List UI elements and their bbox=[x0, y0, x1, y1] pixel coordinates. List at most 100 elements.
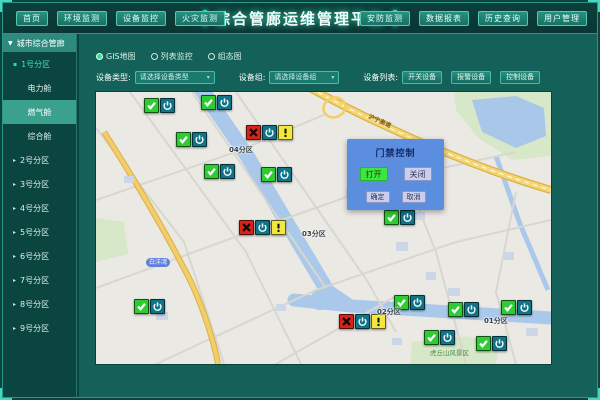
device-marker-ok[interactable] bbox=[134, 299, 165, 314]
check-icon bbox=[424, 330, 439, 345]
sidebar-item-zone4[interactable]: ▸ 4号分区 bbox=[3, 196, 76, 220]
open-button[interactable]: 打开 bbox=[360, 167, 388, 181]
sidebar-item-zone1[interactable]: ▪ 1号分区 bbox=[3, 52, 76, 76]
control-devices-button[interactable]: 控制设备 bbox=[500, 71, 540, 84]
close-button[interactable]: 关闭 bbox=[404, 167, 432, 181]
nav-users-button[interactable]: 用户管理 bbox=[537, 11, 587, 26]
caret-icon: ▸ bbox=[13, 325, 16, 332]
sidebar-item-zone7[interactable]: ▸ 7号分区 bbox=[3, 268, 76, 292]
view-mode-label: 组态图 bbox=[218, 51, 242, 62]
device-marker-ok[interactable] bbox=[261, 167, 292, 182]
power-icon bbox=[492, 336, 507, 351]
device-marker-alarm[interactable] bbox=[246, 125, 293, 140]
power-icon bbox=[255, 220, 270, 235]
sidebar-item-zone6[interactable]: ▸ 6号分区 bbox=[3, 244, 76, 268]
caret-icon: ▸ bbox=[13, 301, 16, 308]
power-icon bbox=[440, 330, 455, 345]
sidebar-item-label: 2号分区 bbox=[20, 155, 49, 166]
sidebar-item-label: 3号分区 bbox=[20, 179, 49, 190]
alarm-devices-button[interactable]: 报警设备 bbox=[451, 71, 491, 84]
sidebar-item-power-cabin[interactable]: 电力舱 bbox=[3, 76, 76, 100]
sidebar-item-zone8[interactable]: ▸ 8号分区 bbox=[3, 292, 76, 316]
device-list-label: 设备列表: bbox=[363, 72, 398, 83]
switch-devices-button[interactable]: 开关设备 bbox=[402, 71, 442, 84]
check-icon bbox=[144, 98, 159, 113]
view-mode-scada[interactable]: 组态图 bbox=[208, 51, 242, 62]
warn-icon bbox=[271, 220, 286, 235]
dialog-secondary-row: 确定 取消 bbox=[347, 191, 444, 203]
device-type-select[interactable]: 请选择设备类型 ▾ bbox=[135, 71, 215, 84]
nav-equipment-button[interactable]: 设备监控 bbox=[116, 11, 166, 26]
device-type-value: 请选择设备类型 bbox=[140, 72, 189, 82]
device-type-label: 设备类型: bbox=[96, 72, 131, 83]
filter-bar: 设备类型: 请选择设备类型 ▾ 设备组: 请选择设备组 ▾ 设备列表: 开关设备… bbox=[96, 70, 545, 84]
zone-section-label: 02分区 bbox=[377, 307, 401, 317]
device-marker-ok[interactable] bbox=[176, 132, 207, 147]
power-icon bbox=[410, 295, 425, 310]
map-place-label: 白洋湾 bbox=[146, 258, 170, 267]
sidebar-item-label: 电力舱 bbox=[28, 83, 52, 94]
view-mode-list[interactable]: 列表监控 bbox=[151, 51, 193, 62]
caret-icon: ▸ bbox=[13, 157, 16, 164]
zone-section-label: 03分区 bbox=[302, 229, 326, 239]
app-window: 综合管廊运维管理平台 首页 环境监测 设备监控 火灾监测 安防监测 数据报表 历… bbox=[0, 0, 600, 400]
device-type-group: 设备类型: 请选择设备类型 ▾ bbox=[96, 71, 215, 84]
map-place-label: 虎丘山风景区 bbox=[430, 347, 469, 357]
device-marker-ok[interactable] bbox=[144, 98, 175, 113]
x-icon bbox=[339, 314, 354, 329]
power-icon bbox=[192, 132, 207, 147]
zone-section-label: 01分区 bbox=[484, 316, 508, 326]
sidebar-item-label: 5号分区 bbox=[20, 227, 49, 238]
radio-icon bbox=[208, 53, 215, 60]
sidebar-item-zone2[interactable]: ▸ 2号分区 bbox=[3, 148, 76, 172]
caret-icon: ▸ bbox=[13, 205, 16, 212]
sidebar-item-label: 6号分区 bbox=[20, 251, 49, 262]
power-icon bbox=[277, 167, 292, 182]
confirm-button[interactable]: 确定 bbox=[366, 191, 390, 203]
sidebar-item-zone5[interactable]: ▸ 5号分区 bbox=[3, 220, 76, 244]
cancel-button[interactable]: 取消 bbox=[402, 191, 426, 203]
chevron-down-icon: ▼ bbox=[8, 40, 13, 47]
sidebar-item-utility-cabin[interactable]: 综合舱 bbox=[3, 124, 76, 148]
map-place-label: 沪宁高速 bbox=[367, 112, 393, 130]
check-icon bbox=[384, 210, 399, 225]
radio-icon bbox=[151, 53, 158, 60]
header-bar: 综合管廊运维管理平台 首页 环境监测 设备监控 火灾监测 安防监测 数据报表 历… bbox=[3, 3, 597, 34]
nav-reports-button[interactable]: 数据报表 bbox=[419, 11, 469, 26]
device-group-select[interactable]: 请选择设备组 ▾ bbox=[269, 71, 339, 84]
power-icon bbox=[217, 95, 232, 110]
device-marker-ok[interactable] bbox=[501, 300, 532, 315]
device-marker-alarm[interactable] bbox=[239, 220, 286, 235]
nav-environment-button[interactable]: 环境监测 bbox=[57, 11, 107, 26]
view-mode-label: GIS地图 bbox=[106, 51, 136, 62]
device-marker-ok[interactable] bbox=[204, 164, 235, 179]
check-icon bbox=[204, 164, 219, 179]
device-group-group: 设备组: 请选择设备组 ▾ bbox=[239, 71, 340, 84]
power-icon bbox=[355, 314, 370, 329]
nav-fire-button[interactable]: 火灾监测 bbox=[175, 11, 225, 26]
device-marker-ok[interactable] bbox=[476, 336, 507, 351]
sidebar-item-label: 7号分区 bbox=[20, 275, 49, 286]
sidebar-root-label: 城市综合管廊 bbox=[17, 38, 65, 49]
nav-security-button[interactable]: 安防监测 bbox=[360, 11, 410, 26]
radio-selected-icon bbox=[96, 53, 103, 60]
gis-map[interactable]: 04分区03分区02分区01分区沪宁高速虎丘山风景区白洋湾 门禁控制 打开 关闭… bbox=[95, 91, 552, 365]
dot-icon: ▪ bbox=[13, 61, 17, 68]
device-marker-ok[interactable] bbox=[201, 95, 232, 110]
nav-left: 首页 环境监测 设备监控 火灾监测 bbox=[16, 11, 225, 26]
zone-section-label: 04分区 bbox=[229, 145, 253, 155]
device-group-label: 设备组: bbox=[239, 72, 266, 83]
sidebar-root-node[interactable]: ▼ 城市综合管廊 bbox=[3, 34, 76, 52]
nav-home-button[interactable]: 首页 bbox=[16, 11, 48, 26]
check-icon bbox=[134, 299, 149, 314]
nav-history-button[interactable]: 历史查询 bbox=[478, 11, 528, 26]
sidebar-item-zone9[interactable]: ▸ 9号分区 bbox=[3, 316, 76, 340]
sidebar-item-label: 综合舱 bbox=[28, 131, 52, 142]
device-marker-ok[interactable] bbox=[384, 210, 415, 225]
view-mode-gis[interactable]: GIS地图 bbox=[96, 51, 136, 62]
device-marker-ok[interactable] bbox=[424, 330, 455, 345]
device-marker-ok[interactable] bbox=[448, 302, 479, 317]
sidebar-item-gas-cabin[interactable]: 燃气舱 bbox=[3, 100, 76, 124]
device-list-group: 设备列表: 开关设备 报警设备 控制设备 bbox=[363, 71, 545, 84]
sidebar-item-zone3[interactable]: ▸ 3号分区 bbox=[3, 172, 76, 196]
